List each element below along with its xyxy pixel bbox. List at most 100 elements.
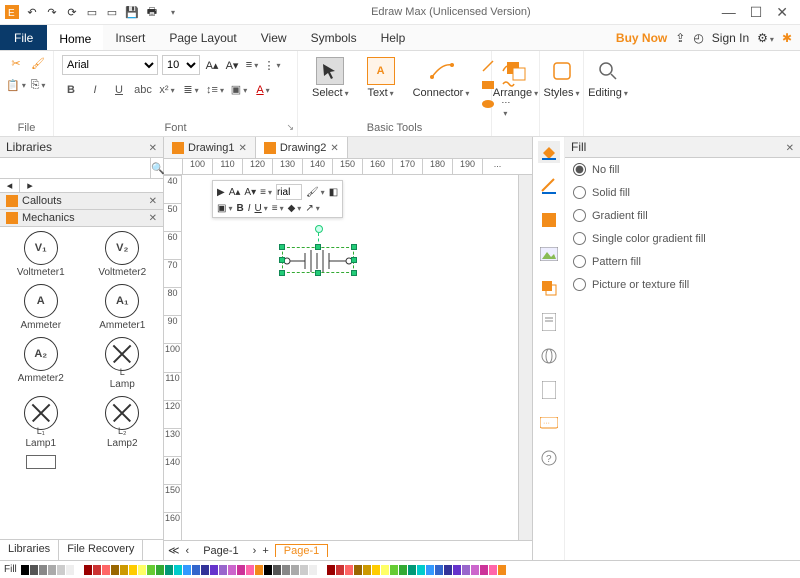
paste-icon[interactable]: ✂ xyxy=(8,55,24,71)
menu-home[interactable]: Home xyxy=(47,25,103,50)
align-icon[interactable]: ≡ xyxy=(244,57,260,73)
tab-close-icon[interactable] xyxy=(330,142,338,154)
shape-lamp1[interactable]: L₁Lamp1 xyxy=(11,396,71,449)
libraries-close-icon[interactable] xyxy=(149,140,157,154)
shape-ammeter[interactable]: AAmmeter xyxy=(11,284,71,331)
shape-blank[interactable] xyxy=(11,455,71,469)
editing-button[interactable]: Editing xyxy=(592,55,624,101)
mini-grow-font-icon[interactable]: A▴ xyxy=(229,187,241,198)
select-tool[interactable]: Select xyxy=(306,55,355,101)
library-next-icon[interactable]: ▸ xyxy=(20,179,40,192)
layer-icon[interactable] xyxy=(538,277,560,299)
library-search-input[interactable] xyxy=(0,158,150,178)
new-icon[interactable]: ▭ xyxy=(84,4,100,20)
fill-panel-close-icon[interactable] xyxy=(786,140,794,154)
menu-page-layout[interactable]: Page Layout xyxy=(157,25,248,50)
font-size-select[interactable]: 10 xyxy=(162,55,200,75)
close-icon[interactable]: ✕ xyxy=(776,4,788,21)
mini-font-input[interactable] xyxy=(276,184,302,200)
mini-shape-fill-icon[interactable]: ◆ xyxy=(288,203,302,214)
format-painter-icon[interactable]: 🖌 xyxy=(30,55,46,71)
menu-view[interactable]: View xyxy=(249,25,299,50)
font-dialog-launcher[interactable]: ↘ xyxy=(286,122,294,133)
print-icon[interactable]: 🖶 xyxy=(144,4,160,20)
line-style-icon[interactable] xyxy=(538,175,560,197)
shape-ammeter2[interactable]: A₂Ammeter2 xyxy=(11,337,71,390)
rotation-handle[interactable] xyxy=(315,225,323,233)
mini-align-icon[interactable]: ≡ xyxy=(260,187,272,198)
tab-drawing1[interactable]: Drawing1 xyxy=(164,137,256,158)
tab-libraries[interactable]: Libraries xyxy=(0,540,59,560)
connector-tool[interactable]: Connector xyxy=(407,55,476,101)
shape-lamp2[interactable]: L₂Lamp2 xyxy=(92,396,152,449)
strike-icon[interactable]: abc xyxy=(134,84,152,96)
page-props-icon[interactable] xyxy=(538,311,560,333)
redo-icon[interactable]: ↷ xyxy=(44,4,60,20)
shape-ammeter1[interactable]: A₁Ammeter1 xyxy=(92,284,152,331)
highlight-icon[interactable]: ▣ xyxy=(230,83,248,96)
fill-option-single-gradient[interactable]: Single color gradient fill xyxy=(565,227,800,250)
buy-now-link[interactable]: Buy Now xyxy=(616,31,667,45)
signin-link[interactable]: Sign In xyxy=(712,31,749,45)
page-tab-left[interactable]: Page-1 xyxy=(195,545,246,557)
mini-bold-icon[interactable]: B xyxy=(236,203,243,214)
comment-icon[interactable]: ··· xyxy=(538,413,560,435)
feedback-icon[interactable]: ◴ xyxy=(693,31,703,45)
underline-icon[interactable]: U xyxy=(110,84,128,96)
fill-option-picture[interactable]: Picture or texture fill xyxy=(565,273,800,296)
hyperlink-icon[interactable] xyxy=(538,345,560,367)
help-icon[interactable]: ? xyxy=(538,447,560,469)
mini-fill-icon[interactable]: ▣ xyxy=(217,203,232,214)
logo-icon[interactable]: ✱ xyxy=(782,31,792,45)
vertical-scrollbar[interactable] xyxy=(518,175,532,540)
mini-line-icon[interactable]: ≡ xyxy=(272,203,284,214)
super-sub-icon[interactable]: x² xyxy=(158,84,176,96)
library-search-button[interactable]: 🔍 xyxy=(150,158,165,178)
page-first-icon[interactable]: ≪ xyxy=(168,544,180,557)
mini-brush-icon[interactable]: 🖌 xyxy=(306,187,325,198)
tab-file-recovery[interactable]: File Recovery xyxy=(59,540,143,560)
undo-icon[interactable]: ↶ xyxy=(24,4,40,20)
qat-more-icon[interactable] xyxy=(164,4,180,20)
library-prev-icon[interactable]: ◂ xyxy=(0,179,20,192)
mini-eraser-icon[interactable]: ◧ xyxy=(329,187,338,198)
grow-font-icon[interactable]: A▴ xyxy=(204,57,220,73)
attachment-icon[interactable] xyxy=(538,379,560,401)
minimize-icon[interactable]: — xyxy=(722,4,736,21)
image-icon[interactable] xyxy=(538,243,560,265)
shape-lamp[interactable]: LLamp xyxy=(92,337,152,390)
menu-help[interactable]: Help xyxy=(369,25,418,50)
fill-option-none[interactable]: No fill xyxy=(565,158,800,181)
spacing-icon[interactable]: ⋮ xyxy=(264,57,280,73)
share-icon[interactable]: ⇪ xyxy=(675,31,685,45)
bold-icon[interactable]: B xyxy=(62,84,80,96)
italic-icon[interactable]: I xyxy=(86,84,104,96)
mini-italic-icon[interactable]: I xyxy=(248,203,251,214)
shape-voltmeter2[interactable]: V₂Voltmeter2 xyxy=(92,231,152,278)
page-prev-icon[interactable]: ‹ xyxy=(186,545,190,557)
selected-shape[interactable] xyxy=(282,247,354,273)
fill-option-gradient[interactable]: Gradient fill xyxy=(565,204,800,227)
fill-bucket-icon[interactable] xyxy=(538,141,560,163)
menu-symbols[interactable]: Symbols xyxy=(299,25,369,50)
menu-file[interactable]: File xyxy=(0,25,47,50)
page-tab-right[interactable]: Page-1 xyxy=(275,544,328,557)
clipboard-icon[interactable]: 📋 xyxy=(8,77,24,93)
bullets-icon[interactable]: ≣ xyxy=(182,83,200,96)
library-section-callouts[interactable]: Callouts xyxy=(0,193,163,210)
text-tool[interactable]: A Text xyxy=(361,55,401,101)
tab-close-icon[interactable] xyxy=(238,142,246,154)
library-section-mechanics[interactable]: Mechanics xyxy=(0,210,163,227)
styles-button[interactable]: Styles xyxy=(548,55,575,101)
save-icon[interactable]: 💾 xyxy=(124,4,140,20)
shrink-font-icon[interactable]: A▾ xyxy=(224,57,240,73)
shadow-icon[interactable] xyxy=(538,209,560,231)
color-swatches[interactable] xyxy=(21,565,506,575)
menu-insert[interactable]: Insert xyxy=(103,25,157,50)
mini-select-icon[interactable]: ▶ xyxy=(217,187,225,198)
tab-drawing2[interactable]: Drawing2 xyxy=(256,137,348,158)
copy-icon[interactable]: ⎘ xyxy=(30,77,46,93)
arrange-button[interactable]: Arrange xyxy=(500,55,531,101)
font-name-select[interactable]: Arial xyxy=(62,55,158,75)
font-color-icon[interactable]: A xyxy=(254,84,272,96)
